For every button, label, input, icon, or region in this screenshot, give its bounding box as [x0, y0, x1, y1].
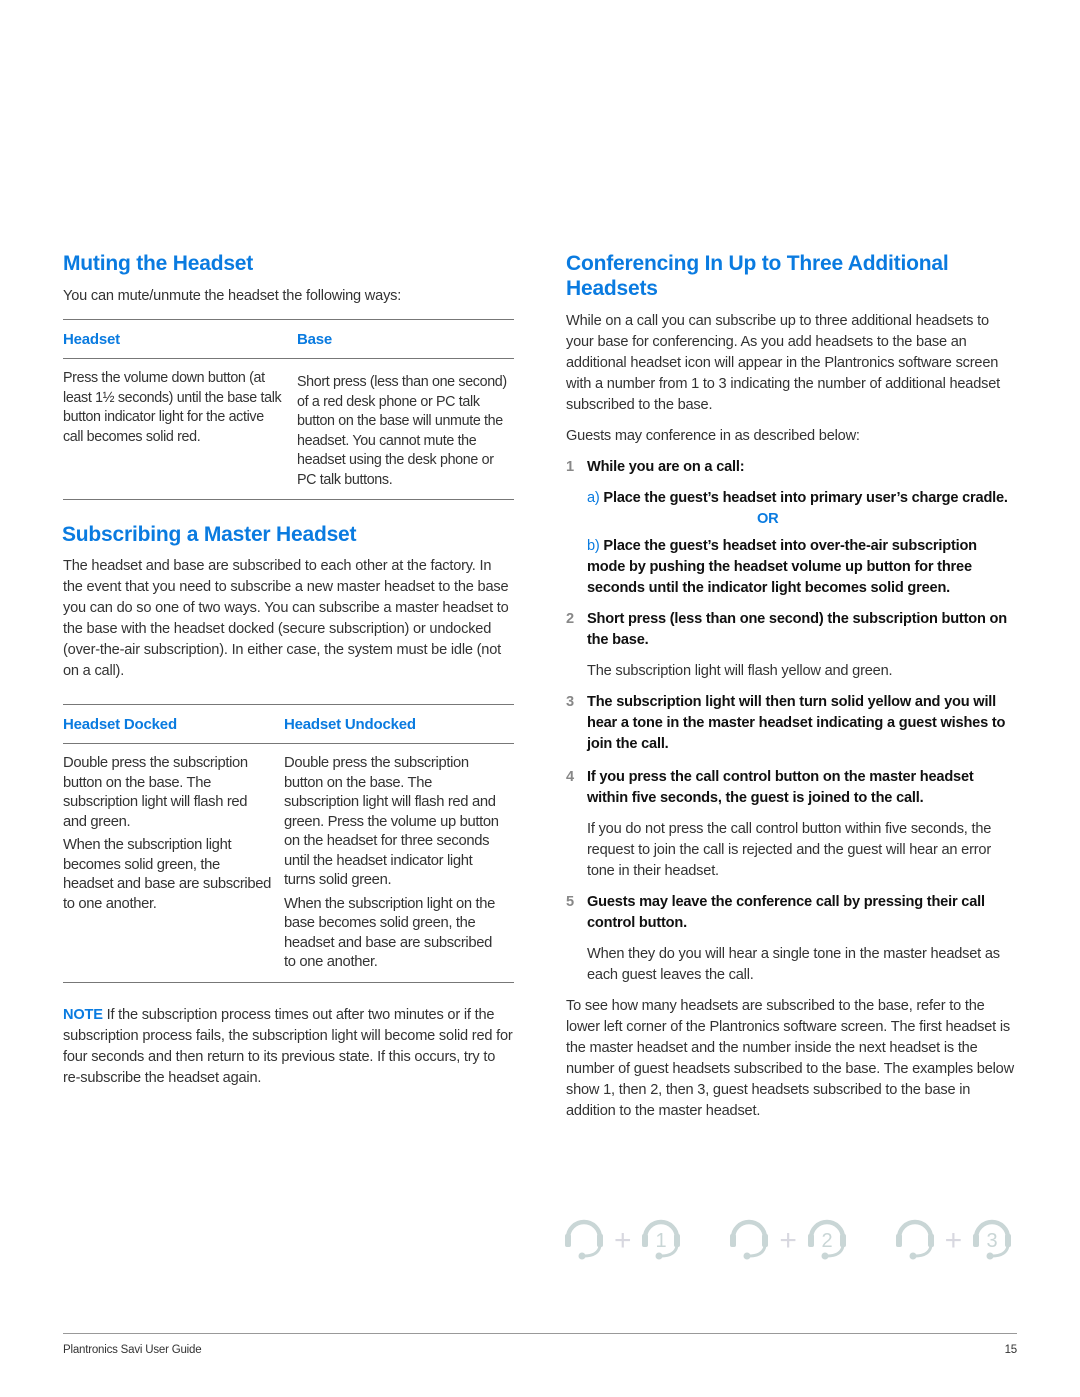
plus-icon: +	[614, 1224, 632, 1257]
guest-headset-icon: 2	[805, 1214, 849, 1267]
or-label: OR	[757, 511, 779, 527]
cell-docked: Double press the subscription button on …	[63, 755, 271, 912]
master-headset-icon	[893, 1214, 937, 1267]
headset-example: +1	[562, 1214, 683, 1267]
cell-headset: Press the volume down button (at least 1…	[63, 370, 282, 445]
step-3: 3 The subscription light will then turn s…	[566, 694, 1006, 752]
svg-text:1: 1	[656, 1230, 667, 1252]
subscribing-title: Subscribing a Master Headset	[62, 523, 357, 546]
muting-intro: You can mute/unmute the headset the foll…	[63, 288, 402, 304]
cell-base: Short press (less than one second) of a …	[297, 374, 507, 488]
plus-icon: +	[944, 1224, 963, 1257]
headset-examples: +1 +2 +3	[562, 1214, 1014, 1267]
step-2-note: The subscription light will flash yellow…	[587, 663, 893, 679]
svg-text:3: 3	[987, 1230, 998, 1252]
step-1: 1 While you are on a call:	[566, 459, 745, 475]
conferencing-title: Conferencing In Up to Three Additional H…	[566, 252, 949, 300]
subscribing-intro: The headset and base are subscribed to e…	[63, 558, 509, 679]
cell-undocked: Double press the subscription button on …	[284, 755, 499, 970]
step-5: 5 Guests may leave the conference call by…	[566, 894, 985, 931]
subscribing-table: Headset Docked Headset Undocked Double pr…	[63, 704, 514, 983]
step-5-note: When they do you will hear a single tone…	[587, 946, 1000, 983]
footer: Plantronics Savi User Guide 15	[63, 1333, 1017, 1361]
note: NOTE If the subscription process times o…	[63, 1006, 513, 1086]
guest-headset-icon: 3	[970, 1214, 1014, 1267]
conferencing-outro: To see how many headsets are subscribed …	[566, 998, 1014, 1119]
step-1a: a) Place the guest’s headset into primar…	[587, 490, 1008, 506]
header-undocked: Headset Undocked	[284, 716, 416, 733]
left-column: Muting the Headset You can mute/unmute t…	[62, 251, 514, 1089]
muting-title: Muting the Headset	[63, 252, 254, 275]
master-headset-icon	[727, 1214, 771, 1267]
conferencing-intro: While on a call you can subscribe up to …	[566, 313, 1001, 413]
muting-table: Headset Base Press the volume down button…	[63, 319, 514, 500]
footer-title: Plantronics Savi User Guide	[63, 1344, 202, 1356]
headset-example: +3	[893, 1214, 1014, 1267]
right-column: Conferencing In Up to Three Additional H…	[566, 251, 1018, 1122]
step-4-note: If you do not press the call control but…	[587, 821, 992, 879]
step-1b: b) Place the guest’s headset into over-t…	[587, 538, 977, 596]
page-number: 15	[1004, 1344, 1018, 1356]
plus-icon: +	[779, 1224, 797, 1257]
header-docked: Headset Docked	[63, 716, 177, 733]
page: Muting the Headset You can mute/unmute t…	[0, 0, 1080, 1397]
step-4: 4 If you press the call control button on…	[566, 769, 974, 806]
guest-headset-icon: 1	[639, 1214, 683, 1267]
step-2: 2 Short press (less than one second) the …	[566, 611, 1007, 648]
svg-text:2: 2	[821, 1230, 832, 1252]
header-base: Base	[297, 331, 333, 348]
master-headset-icon	[562, 1214, 606, 1267]
headset-example: +2	[727, 1214, 848, 1267]
guests-text: Guests may conference in as described be…	[566, 428, 860, 444]
header-headset: Headset	[63, 331, 120, 348]
